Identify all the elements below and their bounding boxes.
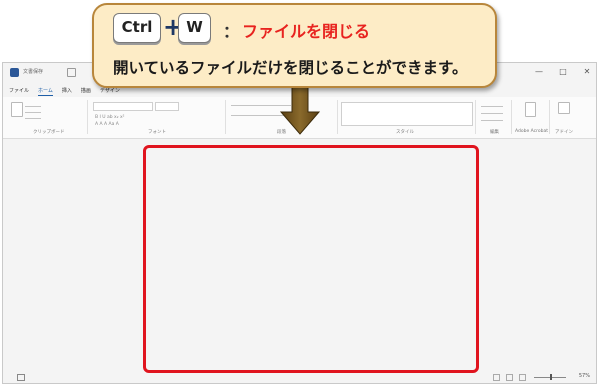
proofing-icon[interactable] bbox=[17, 374, 25, 381]
tab-insert[interactable]: 挿入 bbox=[62, 86, 72, 96]
web-layout-icon[interactable] bbox=[519, 374, 526, 381]
print-layout-icon[interactable] bbox=[506, 374, 513, 381]
group-label-editing: 編集 bbox=[490, 130, 499, 135]
group-label-addins: アドイン bbox=[555, 130, 573, 135]
group-separator bbox=[549, 100, 550, 134]
word-app-icon bbox=[10, 68, 19, 77]
save-icon[interactable] bbox=[67, 68, 76, 77]
minimize-button[interactable]: — bbox=[534, 66, 544, 78]
separator-colon: ： bbox=[223, 22, 240, 41]
cut-line bbox=[25, 106, 41, 107]
group-label-clipboard: クリップボード bbox=[33, 130, 65, 135]
zoom-level[interactable]: 57% bbox=[579, 373, 590, 379]
close-button[interactable]: ✕ bbox=[582, 66, 592, 78]
font-style-row: B I U ab x₂ x² bbox=[95, 115, 125, 120]
group-separator bbox=[225, 100, 226, 134]
group-label-styles: スタイル bbox=[396, 130, 414, 135]
find-line bbox=[481, 106, 503, 107]
w-key: W bbox=[178, 13, 211, 43]
tab-home[interactable]: ホーム bbox=[38, 86, 53, 96]
tab-file[interactable]: ファイル bbox=[9, 86, 29, 96]
replace-line bbox=[481, 113, 503, 114]
shortcut-callout: Ctrl + W ： ファイルを閉じる 開いているファイルだけを閉じることができ… bbox=[92, 3, 497, 88]
read-mode-icon[interactable] bbox=[493, 374, 500, 381]
font-name-box[interactable] bbox=[93, 102, 153, 111]
font-color-row: A A A Aa A bbox=[95, 122, 119, 127]
tab-draw[interactable]: 描画 bbox=[81, 86, 91, 96]
shortcut-description: 開いているファイルだけを閉じることができます。 bbox=[113, 59, 468, 77]
down-arrow-icon bbox=[279, 86, 321, 135]
copy-line bbox=[25, 112, 41, 113]
group-label-acrobat: Adobe Acrobat bbox=[515, 129, 549, 134]
ctrl-key: Ctrl bbox=[113, 13, 161, 43]
maximize-button[interactable]: □ bbox=[558, 66, 568, 78]
format-painter-line bbox=[25, 118, 41, 119]
group-separator bbox=[511, 100, 512, 134]
zoom-slider-handle[interactable] bbox=[550, 374, 552, 380]
group-separator bbox=[87, 100, 88, 134]
window-controls: — □ ✕ bbox=[534, 66, 592, 78]
acrobat-icon[interactable] bbox=[525, 102, 536, 117]
view-mode-icons bbox=[493, 374, 526, 381]
group-separator bbox=[475, 100, 476, 134]
window-title: 文書保存 bbox=[23, 69, 44, 75]
document-area-highlight bbox=[143, 145, 479, 373]
font-size-box[interactable] bbox=[155, 102, 179, 111]
group-separator bbox=[337, 100, 338, 134]
action-title: ファイルを閉じる bbox=[242, 22, 371, 41]
addins-icon[interactable] bbox=[558, 102, 570, 114]
paste-icon[interactable] bbox=[11, 102, 23, 117]
group-label-font: フォント bbox=[148, 130, 166, 135]
select-line bbox=[481, 120, 503, 121]
styles-gallery[interactable] bbox=[341, 102, 473, 126]
